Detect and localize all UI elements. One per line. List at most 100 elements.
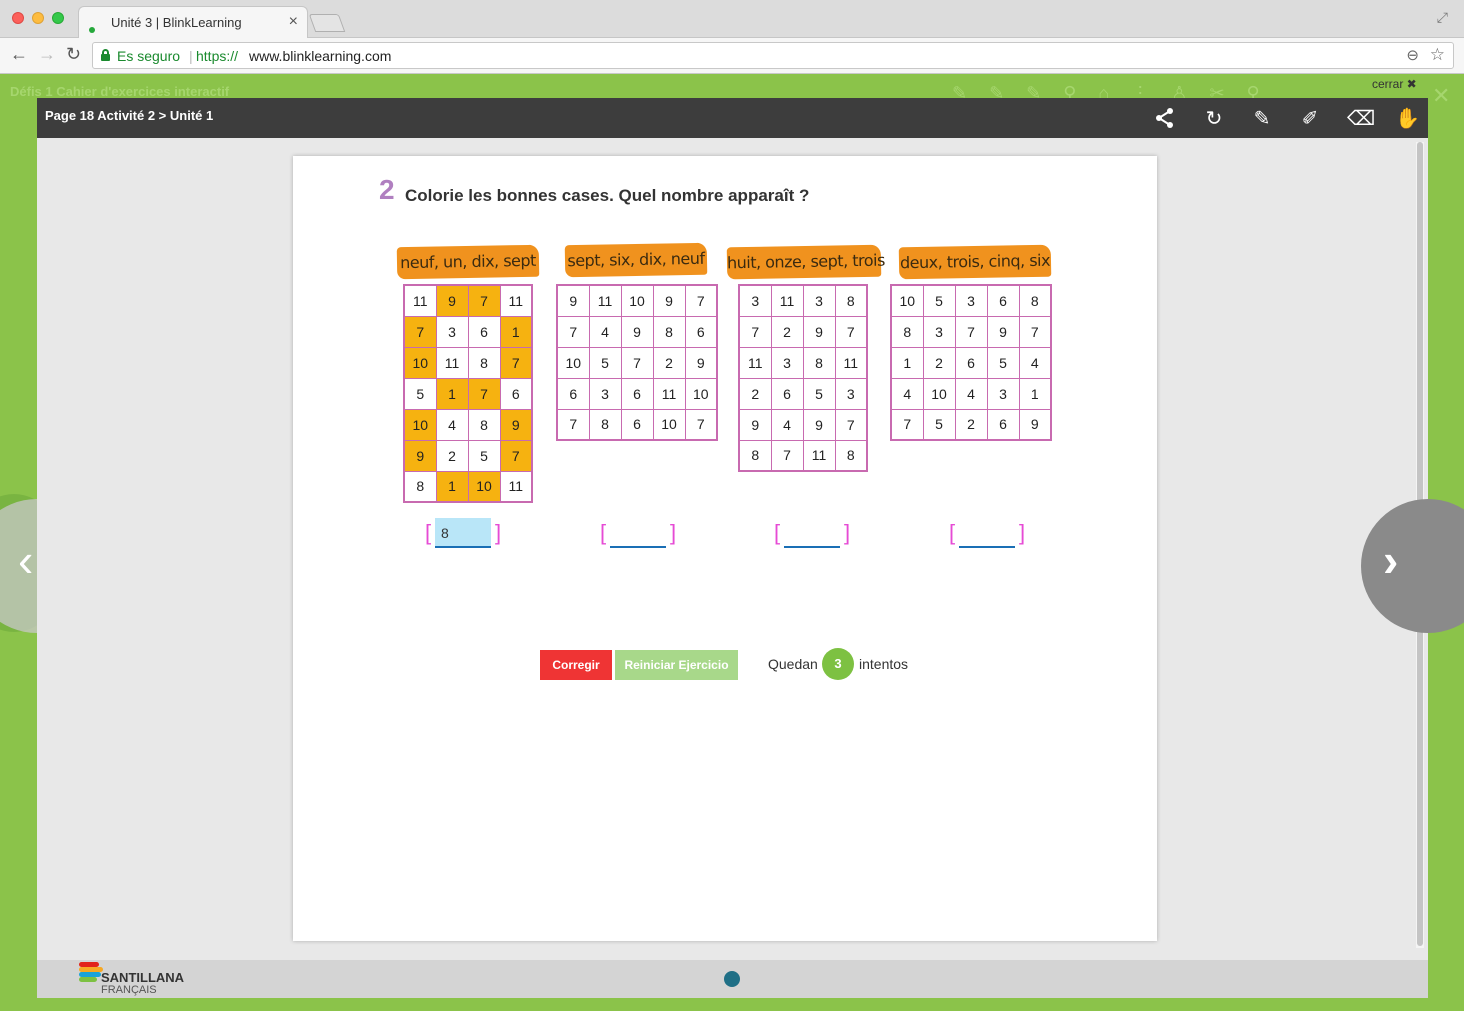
grid-cell[interactable]: 11 [499, 284, 533, 317]
answer-input-3[interactable] [784, 518, 840, 548]
grid-cell[interactable]: 5 [922, 284, 956, 317]
grid-cell[interactable]: 11 [403, 284, 437, 317]
grid-cell[interactable]: 5 [588, 346, 622, 379]
grid-cell[interactable]: 3 [834, 377, 868, 410]
grid-cell[interactable]: 4 [770, 408, 804, 441]
grid-cell[interactable]: 8 [834, 439, 868, 472]
grid-cell[interactable]: 1 [499, 315, 533, 348]
grid-cell[interactable]: 9 [620, 315, 654, 348]
grid-cell[interactable]: 9 [403, 439, 437, 472]
grid-cell[interactable]: 11 [738, 346, 772, 379]
browser-tab[interactable]: Unité 3 | BlinkLearning × [78, 6, 308, 51]
page-indicator-dot[interactable] [724, 971, 740, 987]
grid-cell[interactable]: 10 [620, 284, 654, 317]
grid-cell[interactable]: 9 [556, 284, 590, 317]
grid-cell[interactable]: 8 [467, 346, 501, 379]
close-viewer-button[interactable]: cerrar ✖ [1372, 77, 1417, 91]
window-zoom-button[interactable] [52, 12, 64, 24]
window-minimize-button[interactable] [32, 12, 44, 24]
grid-cell[interactable]: 6 [620, 408, 654, 441]
pencil-icon[interactable]: ✎ [1250, 107, 1274, 131]
hand-icon[interactable]: ✋ [1395, 107, 1420, 131]
eraser-icon[interactable]: ⌫ [1347, 107, 1375, 131]
answer-input-4[interactable] [959, 518, 1015, 548]
new-tab-button[interactable] [308, 14, 346, 32]
grid-cell[interactable]: 6 [620, 377, 654, 410]
grid-cell[interactable]: 6 [770, 377, 804, 410]
grid-cell[interactable]: 7 [467, 284, 501, 317]
grid-cell[interactable]: 10 [403, 346, 437, 379]
grid-cell[interactable]: 5 [802, 377, 836, 410]
grid-cell[interactable]: 5 [467, 439, 501, 472]
marker-icon[interactable]: ✐ [1298, 107, 1322, 131]
grid-cell[interactable]: 6 [467, 315, 501, 348]
grid-cell[interactable]: 10 [652, 408, 686, 441]
zoom-icon[interactable]: ⊖ [1406, 46, 1419, 64]
bookmark-star-icon[interactable]: ☆ [1430, 45, 1445, 65]
grid-cell[interactable]: 9 [986, 315, 1020, 348]
grid-cell[interactable]: 10 [403, 408, 437, 441]
grid-cell[interactable]: 7 [556, 408, 590, 441]
grid-cell[interactable]: 7 [684, 284, 718, 317]
grid-cell[interactable]: 5 [986, 346, 1020, 379]
forward-icon[interactable]: → [38, 44, 56, 65]
grid-cell[interactable]: 10 [684, 377, 718, 410]
check-button[interactable]: Corregir [540, 650, 612, 680]
grid-cell[interactable]: 9 [802, 408, 836, 441]
window-close-button[interactable] [12, 12, 24, 24]
grid-cell[interactable]: 7 [890, 408, 924, 441]
grid-cell[interactable]: 7 [499, 439, 533, 472]
grid-cell[interactable]: 1 [435, 470, 469, 503]
grid-cell[interactable]: 2 [922, 346, 956, 379]
grid-cell[interactable]: 11 [652, 377, 686, 410]
grid-cell[interactable]: 2 [738, 377, 772, 410]
tab-close-icon[interactable]: × [289, 13, 298, 31]
grid-cell[interactable]: 8 [1018, 284, 1052, 317]
address-bar[interactable]: Es seguro | https:// www.blinklearning.c… [92, 42, 1454, 69]
grid-cell[interactable]: 6 [986, 284, 1020, 317]
grid-cell[interactable]: 9 [652, 284, 686, 317]
grid-cell[interactable]: 7 [1018, 315, 1052, 348]
grid-cell[interactable]: 5 [922, 408, 956, 441]
grid-cell[interactable]: 7 [620, 346, 654, 379]
grid-cell[interactable]: 9 [738, 408, 772, 441]
grid-cell[interactable]: 7 [834, 408, 868, 441]
answer-input-2[interactable] [610, 518, 666, 548]
grid-cell[interactable]: 4 [588, 315, 622, 348]
grid-cell[interactable]: 11 [588, 284, 622, 317]
grid-cell[interactable]: 1 [435, 377, 469, 410]
grid-cell[interactable]: 3 [986, 377, 1020, 410]
grid-cell[interactable]: 7 [834, 315, 868, 348]
grid-cell[interactable]: 7 [556, 315, 590, 348]
grid-cell[interactable]: 8 [738, 439, 772, 472]
grid-cell[interactable]: 2 [652, 346, 686, 379]
grid-cell[interactable]: 8 [652, 315, 686, 348]
grid-cell[interactable]: 2 [435, 439, 469, 472]
grid-cell[interactable]: 2 [954, 408, 988, 441]
grid-cell[interactable]: 1 [890, 346, 924, 379]
grid-cell[interactable]: 6 [986, 408, 1020, 441]
grid-cell[interactable]: 6 [556, 377, 590, 410]
grid-cell[interactable]: 3 [738, 284, 772, 317]
answer-input-1[interactable]: 8 [435, 518, 491, 548]
grid-cell[interactable]: 3 [435, 315, 469, 348]
grid-cell[interactable]: 8 [403, 470, 437, 503]
grid-cell[interactable]: 9 [684, 346, 718, 379]
back-icon[interactable]: ← [10, 44, 28, 65]
grid-cell[interactable]: 10 [890, 284, 924, 317]
grid-cell[interactable]: 3 [770, 346, 804, 379]
grid-cell[interactable]: 7 [954, 315, 988, 348]
grid-cell[interactable]: 3 [954, 284, 988, 317]
grid-cell[interactable]: 11 [834, 346, 868, 379]
grid-cell[interactable]: 7 [403, 315, 437, 348]
grid-cell[interactable]: 6 [684, 315, 718, 348]
grid-cell[interactable]: 10 [467, 470, 501, 503]
refresh-icon[interactable]: ↻ [1202, 107, 1226, 131]
grid-cell[interactable]: 9 [499, 408, 533, 441]
fullscreen-icon[interactable]: ⤢ [1437, 9, 1448, 26]
grid-cell[interactable]: 8 [890, 315, 924, 348]
reload-icon[interactable]: ↻ [66, 44, 81, 65]
grid-cell[interactable]: 7 [467, 377, 501, 410]
grid-cell[interactable]: 8 [588, 408, 622, 441]
grid-cell[interactable]: 9 [802, 315, 836, 348]
